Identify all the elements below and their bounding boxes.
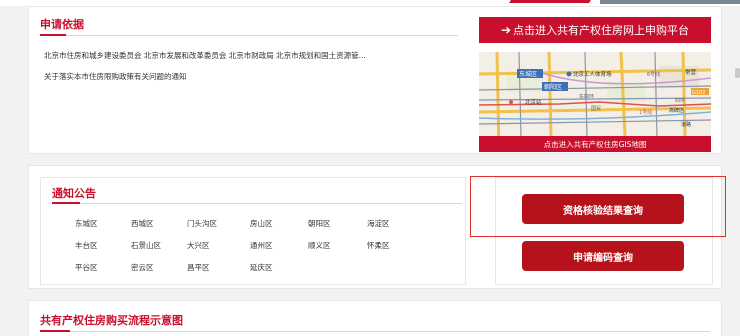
map-label-changying: 常营 — [685, 68, 697, 76]
basis-divider-accent — [40, 34, 66, 36]
map-label-stadium: 北京工人体育场 — [573, 70, 612, 78]
district-link[interactable]: 昌平区 — [187, 262, 210, 273]
gis-map-link[interactable]: 东城区 北京工人体育场 朝阳区 北京站 东四环 国贸 6号线 常营 G102 1… — [479, 52, 711, 152]
highlight-annotation — [470, 176, 726, 237]
banner-red-accent — [509, 0, 591, 3]
district-link[interactable]: 怀柔区 — [367, 240, 390, 251]
purchase-platform-button[interactable]: ➔ 点击进入共有产权住房网上申购平台 — [479, 17, 711, 43]
gis-map-caption: 点击进入共有产权住房GIS地图 — [479, 136, 711, 152]
flow-divider — [40, 330, 710, 332]
map-label-ring4: 四环 — [675, 98, 685, 104]
district-link[interactable]: 通州区 — [250, 240, 273, 251]
map-label-east4: 东四环 — [579, 93, 594, 100]
map-label-line1: 1号线 — [639, 109, 652, 116]
application-code-query-button[interactable]: 申请编码查询 — [522, 241, 684, 271]
map-label-road: 道路 — [681, 121, 691, 128]
scroll-handle[interactable] — [735, 68, 740, 78]
district-link[interactable]: 密云区 — [131, 262, 154, 273]
district-link[interactable]: 平谷区 — [75, 262, 98, 273]
map-label-line6: 6号线 — [647, 71, 660, 78]
basis-link-2[interactable]: 关于落实本市住房限购政策有关问题的通知 — [44, 71, 187, 82]
banner-image-edge — [600, 0, 740, 4]
district-link[interactable]: 顺义区 — [308, 240, 331, 251]
map-label-gaobeidian: 高碑店 — [669, 107, 684, 114]
map-label-g102: G102 — [692, 90, 705, 96]
district-link[interactable]: 房山区 — [250, 218, 273, 229]
district-link[interactable]: 丰台区 — [75, 240, 98, 251]
map-label-guomao: 国贸 — [591, 105, 601, 112]
district-link[interactable]: 海淀区 — [367, 218, 390, 229]
flow-title: 共有产权住房购买流程示意图 — [40, 314, 183, 327]
purchase-platform-label: 点击进入共有产权住房网上申购平台 — [513, 24, 690, 37]
district-link[interactable]: 朝阳区 — [308, 218, 331, 229]
district-link[interactable]: 门头沟区 — [187, 218, 217, 229]
map-label-dongcheng: 东城区 — [519, 70, 537, 78]
district-link[interactable]: 石景山区 — [131, 240, 161, 251]
basis-link-1[interactable]: 北京市住房和城乡建设委员会 北京市发展和改革委员会 北京市财政局 北京市规划和国… — [44, 50, 366, 61]
basis-title: 申请依据 — [40, 18, 84, 31]
basis-divider — [40, 34, 458, 36]
arrow-right-icon: ➔ — [500, 23, 512, 37]
flow-divider-accent — [40, 330, 70, 332]
map-label-chaoyang: 朝阳区 — [544, 83, 562, 91]
district-link[interactable]: 延庆区 — [250, 262, 273, 273]
notice-divider-accent — [52, 202, 80, 204]
district-link[interactable]: 西城区 — [131, 218, 154, 229]
notice-divider — [52, 202, 462, 204]
district-link[interactable]: 大兴区 — [187, 240, 210, 251]
notice-title: 通知公告 — [52, 187, 96, 200]
map-label-station: 北京站 — [525, 98, 542, 106]
district-link[interactable]: 东城区 — [75, 218, 98, 229]
